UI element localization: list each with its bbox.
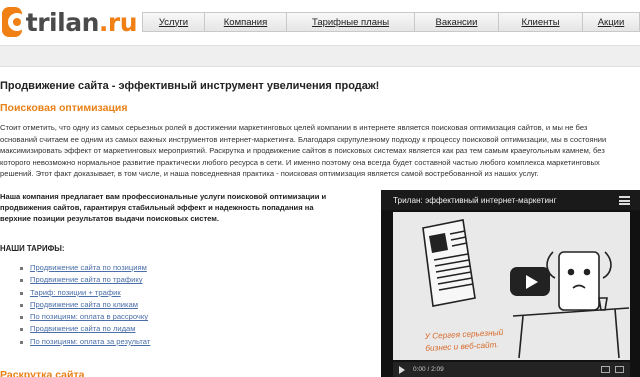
list-item: Продвижение сайта по лидам [20,323,150,335]
fullscreen-icon[interactable] [615,366,624,373]
nav-item-clients[interactable]: Клиенты [499,13,583,31]
video-title-bar: Трилан: эффективный интернет-маркетинг [381,190,640,210]
sub-header-strip [0,45,640,67]
section-title-promotion: Раскрутка сайта [0,369,85,377]
nav-item-services[interactable]: Услуги [143,13,205,31]
tariff-link-clicks[interactable]: Продвижение сайта по кликам [30,300,138,309]
play-icon[interactable] [399,365,405,374]
site-logo[interactable]: trilan.ru [2,5,138,39]
nav-item-tariffs[interactable]: Тарифные планы [287,13,415,31]
menu-icon[interactable] [619,196,630,205]
website-sketch-icon [422,219,476,307]
tariffs-heading: НАШИ ТАРИФЫ: [0,244,65,253]
tariff-link-positions-traffic[interactable]: Тариф: позиции + трафик [30,288,121,297]
list-item: По позициям: оплата за результат [20,336,150,348]
list-item: По позициям: оплата в рассрочку [20,311,150,323]
nav-item-vacancies[interactable]: Вакансии [415,13,499,31]
offer-paragraph: Наша компания предлагает вам профессиона… [0,191,360,224]
intro-line: оснований считаем ее одним из самых важн… [0,134,607,144]
intro-line: максимизировать эффект от маркетинговых … [0,146,605,156]
tariffs-list: Продвижение сайта по позициям Продвижени… [20,262,150,348]
video-controls: 0:00 / 2:09 [393,362,630,377]
tariff-link-result[interactable]: По позициям: оплата за результат [30,337,150,346]
video-time: 0:00 / 2:09 [413,366,444,373]
section-title-seo: Поисковая оптимизация [0,102,128,114]
video-player[interactable]: Трилан: эффективный интернет-маркетинг У… [381,190,640,377]
main-nav: Услуги Компания Тарифные планы Вакансии … [142,12,640,32]
logo-tld: .ru [98,7,138,37]
offer-line: верхние позиции результатов выдачи поиск… [0,214,220,223]
video-frame[interactable]: У Сергея серьезный бизнес и веб-сайт. [393,212,630,360]
tariff-link-positions[interactable]: Продвижение сайта по позициям [30,263,147,272]
nav-item-company[interactable]: Компания [205,13,287,31]
tariff-link-traffic[interactable]: Продвижение сайта по трафику [30,275,143,284]
list-item: Продвижение сайта по кликам [20,299,150,311]
nav-item-promotions[interactable]: Акции [583,13,639,31]
page-title: Продвижение сайта - эффективный инструме… [0,80,380,92]
tariff-link-leads[interactable]: Продвижение сайта по лидам [30,324,136,333]
tariff-link-installments[interactable]: По позициям: оплата в рассрочку [30,312,148,321]
play-button[interactable] [510,267,550,296]
site-header: trilan.ru Услуги Компания Тарифные планы… [0,0,640,45]
settings-icon[interactable] [601,366,610,373]
intro-line: решений. Этот факт доказывает, в том чис… [0,169,539,179]
list-item: Продвижение сайта по позициям [20,262,150,274]
logo-name: trilan [25,7,100,37]
offer-line: Наша компания предлагает вам профессиона… [0,192,327,201]
logo-icon [2,7,26,37]
video-title[interactable]: Трилан: эффективный интернет-маркетинг [393,196,557,205]
offer-line: продвижения сайтов, гарантируя стабильны… [0,203,314,212]
intro-line: которого невозможно нормальное развитие … [0,157,600,167]
intro-paragraph: Стоит отметить, что одну из самых серьез… [0,122,640,180]
list-item: Тариф: позиции + трафик [20,287,150,299]
intro-line: Стоит отметить, что одну из самых серьез… [0,123,588,132]
list-item: Продвижение сайта по трафику [20,274,150,286]
